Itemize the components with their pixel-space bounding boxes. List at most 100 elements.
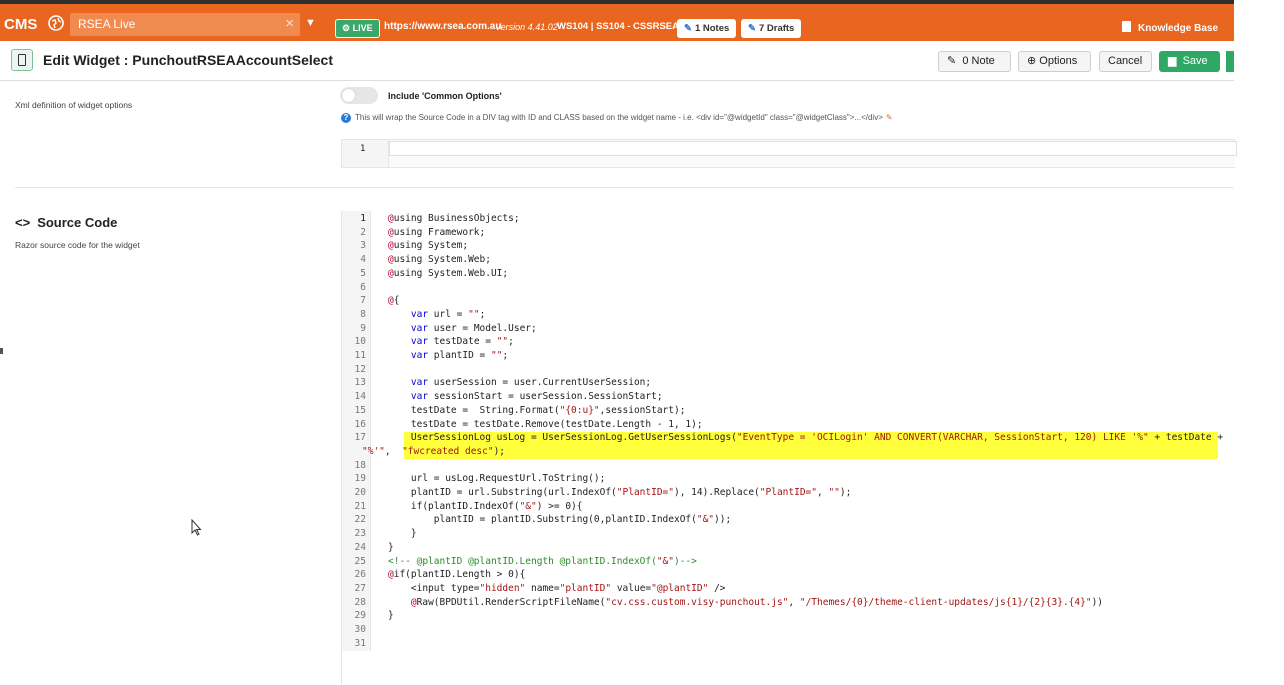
- code-text[interactable]: if(plantID.IndexOf("&") >= 0){: [388, 500, 583, 514]
- code-text[interactable]: testDate = String.Format("{0:u}",session…: [388, 404, 686, 418]
- code-text[interactable]: UserSessionLog usLog = UserSessionLog.Ge…: [388, 431, 1223, 445]
- line-number: 26: [354, 569, 366, 581]
- common-options-toggle[interactable]: [340, 87, 378, 104]
- code-text[interactable]: var testDate = "";: [388, 335, 514, 349]
- code-line[interactable]: 5 @using System.Web.UI;: [342, 267, 1235, 281]
- code-text[interactable]: var url = "";: [388, 308, 485, 322]
- code-line[interactable]: 7 @{: [342, 294, 1235, 308]
- code-line[interactable]: 25 <!-- @plantID @plantID.Length @plantID…: [342, 555, 1235, 569]
- code-line[interactable]: 31: [342, 637, 1235, 651]
- clear-icon[interactable]: ×: [285, 15, 294, 32]
- code-text[interactable]: testDate = testDate.Remove(testDate.Leng…: [388, 418, 703, 432]
- note-button[interactable]: ✎ 0 Note: [938, 51, 1011, 72]
- code-text[interactable]: @using Framework;: [388, 226, 485, 240]
- code-line[interactable]: 2 @using Framework;: [342, 226, 1235, 240]
- edit-widget-toolbar: Edit Widget : PunchoutRSEAAccountSelect …: [0, 42, 1234, 81]
- code-line[interactable]: 12: [342, 363, 1235, 377]
- code-line[interactable]: 27 <input type="hidden" name="plantID" v…: [342, 582, 1235, 596]
- source-code-editor[interactable]: 1 @using BusinessObjects; 2 @using Framewor…: [341, 211, 1235, 685]
- live-badge: ⚙ LIVE: [335, 19, 380, 38]
- page-title: Edit Widget : PunchoutRSEAAccountSelect: [43, 52, 333, 68]
- code-text[interactable]: @using System.Web;: [388, 253, 491, 267]
- code-text[interactable]: @using System.Web.UI;: [388, 267, 508, 281]
- site-selector[interactable]: RSEA Live ×: [70, 13, 300, 36]
- cancel-button[interactable]: Cancel: [1099, 51, 1152, 72]
- code-icon: <>: [15, 215, 31, 230]
- code-line[interactable]: 4 @using System.Web;: [342, 253, 1235, 267]
- code-line[interactable]: 8 var url = "";: [342, 308, 1235, 322]
- code-text[interactable]: "%'", "fwcreated desc");: [362, 445, 505, 459]
- code-line[interactable]: 28 @Raw(BPDUtil.RenderScriptFileName("cv…: [342, 596, 1235, 610]
- code-text[interactable]: plantID = plantID.Substring(0,plantID.In…: [388, 513, 731, 527]
- code-text[interactable]: var plantID = "";: [388, 349, 508, 363]
- code-line[interactable]: 11 var plantID = "";: [342, 349, 1235, 363]
- cms-brand[interactable]: CMS: [4, 16, 37, 33]
- code-text[interactable]: plantID = url.Substring(url.IndexOf("Pla…: [388, 486, 851, 500]
- code-line[interactable]: 30: [342, 623, 1235, 637]
- code-line[interactable]: 26 @if(plantID.Length > 0){: [342, 568, 1235, 582]
- line-number: 30: [354, 624, 366, 635]
- line-number: 28: [354, 596, 366, 608]
- options-description: Xml definition of widget options: [15, 100, 133, 110]
- code-line[interactable]: 23 }: [342, 527, 1235, 541]
- notes-button[interactable]: ✎ 1 Notes: [677, 19, 737, 38]
- code-text[interactable]: var sessionStart = userSession.SessionSt…: [388, 390, 663, 404]
- code-line[interactable]: 21 if(plantID.IndexOf("&") >= 0){: [342, 500, 1235, 514]
- line-number: 16: [354, 418, 366, 430]
- line-number: 9: [360, 322, 366, 334]
- line-number: 12: [354, 363, 366, 375]
- code-line[interactable]: 29}: [342, 609, 1235, 623]
- pencil-icon[interactable]: ✎: [886, 113, 893, 122]
- drafts-button[interactable]: ✎ 7 Drafts: [741, 19, 802, 38]
- code-text[interactable]: @{: [388, 294, 399, 308]
- code-text[interactable]: @using BusinessObjects;: [388, 212, 520, 226]
- line-number: 25: [354, 555, 366, 567]
- info-text: ? This will wrap the Source Code in a DIV…: [341, 113, 893, 123]
- code-line[interactable]: "%'", "fwcreated desc");: [342, 445, 1235, 459]
- code-line[interactable]: 20 plantID = url.Substring(url.IndexOf("…: [342, 486, 1235, 500]
- document-icon[interactable]: [11, 49, 33, 71]
- code-line[interactable]: 16 testDate = testDate.Remove(testDate.L…: [342, 418, 1235, 432]
- code-text[interactable]: @Raw(BPDUtil.RenderScriptFileName("cv.cs…: [388, 596, 1103, 610]
- code-line[interactable]: 9 var user = Model.User;: [342, 322, 1235, 336]
- code-text[interactable]: var user = Model.User;: [388, 322, 537, 336]
- code-text[interactable]: }: [388, 527, 417, 541]
- code-line[interactable]: 19 url = usLog.RequestUrl.ToString();: [342, 472, 1235, 486]
- code-text[interactable]: }: [388, 609, 394, 623]
- code-line[interactable]: 24}: [342, 541, 1235, 555]
- code-text[interactable]: @if(plantID.Length > 0){: [388, 568, 525, 582]
- code-line[interactable]: 14 var sessionStart = userSession.Sessio…: [342, 390, 1235, 404]
- site-url[interactable]: https://www.rsea.com.au: [384, 21, 501, 32]
- line-number: 10: [354, 336, 366, 348]
- code-text[interactable]: @using System;: [388, 239, 468, 253]
- code-line[interactable]: 1 @using BusinessObjects;: [342, 212, 1235, 226]
- code-line[interactable]: 13 var userSession = user.CurrentUserSes…: [342, 376, 1235, 390]
- globe-icon[interactable]: [48, 15, 64, 31]
- options-button[interactable]: ⊕ Options: [1018, 51, 1091, 72]
- code-text[interactable]: var userSession = user.CurrentUserSessio…: [388, 376, 651, 390]
- code-text[interactable]: }: [388, 541, 394, 555]
- code-text[interactable]: <input type="hidden" name="plantID" valu…: [388, 582, 726, 596]
- code-line[interactable]: 10 var testDate = "";: [342, 335, 1235, 349]
- line-number: 7: [360, 295, 366, 307]
- line-number: 13: [354, 377, 366, 389]
- knowledge-base-link[interactable]: Knowledge Base: [1122, 21, 1218, 34]
- code-line[interactable]: 17 UserSessionLog usLog = UserSessionLog…: [342, 431, 1235, 445]
- options-editor-line[interactable]: [389, 141, 1237, 156]
- code-text[interactable]: url = usLog.RequestUrl.ToString();: [388, 472, 605, 486]
- line-number: 18: [354, 459, 366, 471]
- line-number: 4: [360, 254, 366, 266]
- options-editor-gutter: [342, 140, 389, 167]
- line-number: 15: [354, 404, 366, 416]
- code-line[interactable]: 18: [342, 459, 1235, 473]
- code-line[interactable]: 15 testDate = String.Format("{0:u}",sess…: [342, 404, 1235, 418]
- extra-button-edge[interactable]: [1226, 51, 1234, 72]
- code-line[interactable]: 3 @using System;: [342, 239, 1235, 253]
- code-line[interactable]: 6: [342, 281, 1235, 295]
- chevron-down-icon[interactable]: ▼: [305, 17, 316, 29]
- code-line[interactable]: 22 plantID = plantID.Substring(0,plantID…: [342, 513, 1235, 527]
- question-icon: ?: [341, 113, 351, 123]
- options-editor[interactable]: 1: [341, 139, 1237, 168]
- save-button[interactable]: ▆ Save: [1159, 51, 1220, 72]
- code-text[interactable]: <!-- @plantID @plantID.Length @plantID.I…: [388, 555, 697, 569]
